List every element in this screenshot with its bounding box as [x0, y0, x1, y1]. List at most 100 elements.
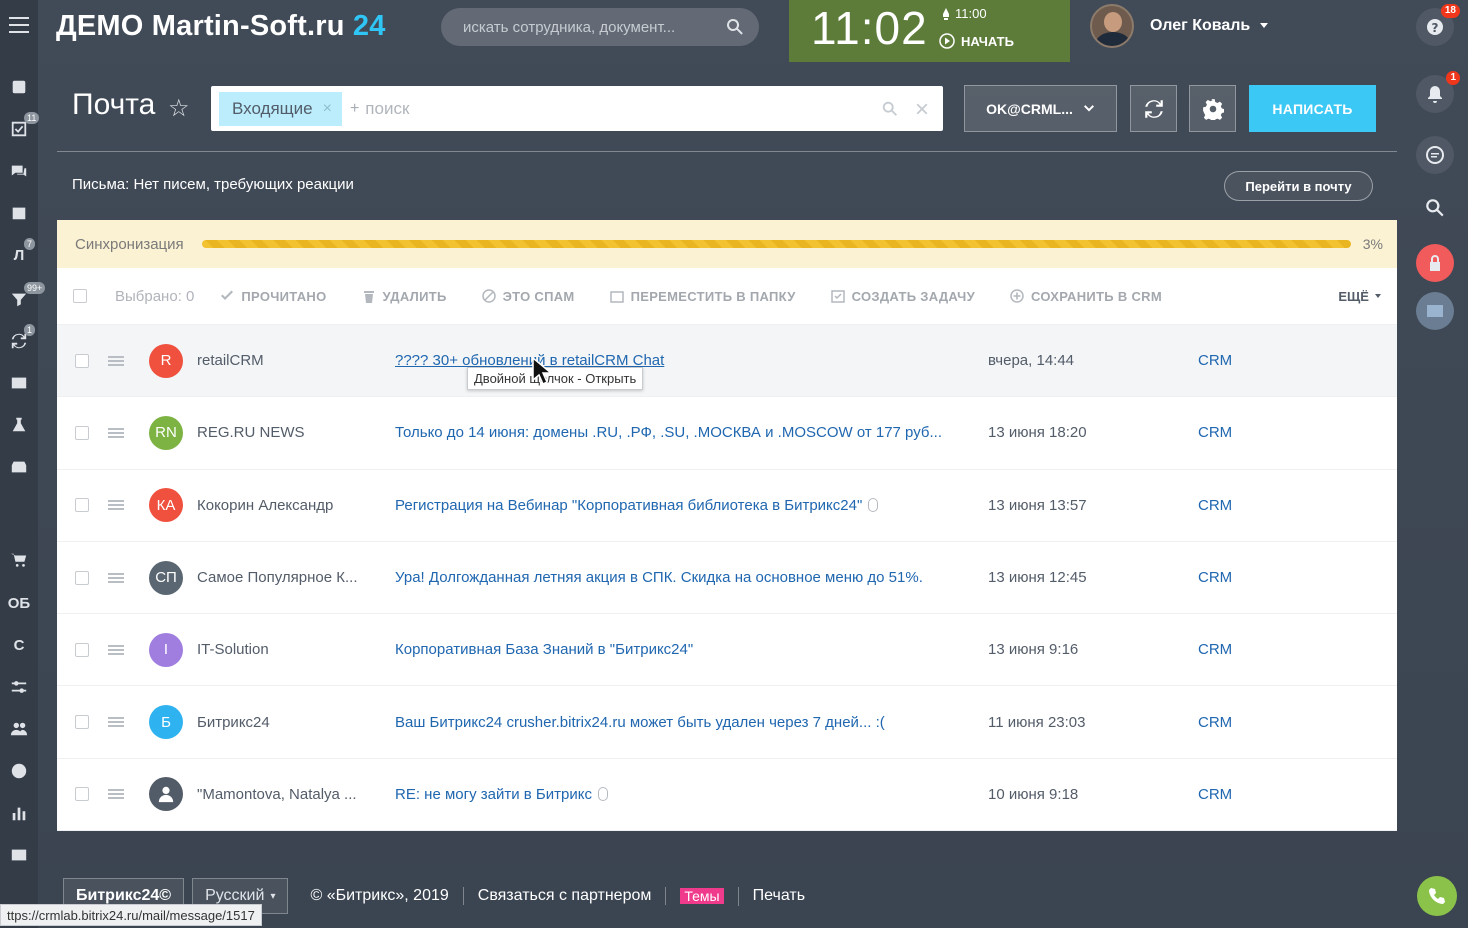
sidebar-item-feed[interactable] — [0, 72, 38, 102]
sidebar-item-reports[interactable] — [0, 798, 38, 828]
clear-icon[interactable] — [913, 100, 931, 118]
search-icon — [1426, 199, 1444, 217]
sidebar-item-sync[interactable]: 1 — [0, 324, 38, 356]
drag-handle-icon[interactable] — [108, 500, 124, 511]
drag-handle-icon[interactable] — [108, 717, 124, 728]
search-icon[interactable] — [881, 100, 899, 118]
message-subject[interactable]: RE: не могу зайти в Битрикс — [395, 786, 965, 803]
crm-link[interactable]: CRM — [1198, 641, 1232, 658]
delete-action[interactable]: УДАЛИТЬ — [362, 289, 447, 304]
mailbox-selector[interactable]: OK@CRML... — [964, 85, 1117, 132]
message-row[interactable]: "Mamontova, Natalya ... RE: не могу зайт… — [57, 759, 1397, 832]
themes-link[interactable]: Темы — [666, 886, 739, 906]
message-row[interactable]: RN REG.RU NEWS Только до 14 июня: домены… — [57, 397, 1397, 470]
filter-tag-inbox[interactable]: Входящие × — [219, 91, 342, 126]
mail-search-input[interactable] — [365, 98, 881, 119]
drag-handle-icon[interactable] — [108, 355, 124, 366]
sidebar-item-storage[interactable] — [0, 452, 38, 482]
drag-handle-icon[interactable] — [108, 427, 124, 438]
sidebar-item-settings[interactable] — [0, 672, 38, 702]
message-row[interactable]: R retailCRM ???? 30+ обновлений в retail… — [57, 325, 1397, 398]
crm-link[interactable]: CRM — [1198, 569, 1232, 586]
worktime-widget[interactable]: 11:02 11:00 НАЧАТЬ — [789, 0, 1070, 62]
favorite-star-icon[interactable]: ☆ — [168, 94, 190, 123]
menu-icon[interactable] — [9, 17, 29, 33]
sidebar-item-time[interactable] — [0, 756, 38, 786]
crm-link[interactable]: CRM — [1198, 786, 1232, 803]
help-icon: ? — [1427, 19, 1443, 35]
message-checkbox[interactable] — [75, 642, 89, 657]
drag-handle-icon[interactable] — [108, 572, 124, 583]
message-checkbox[interactable] — [75, 353, 89, 368]
sidebar-item-contacts[interactable] — [0, 368, 38, 398]
sidebar-item-shop[interactable] — [0, 545, 38, 575]
message-row[interactable]: I IT-Solution Корпоративная База Знаний … — [57, 614, 1397, 687]
sidebar-item-l[interactable]: Л 7 — [0, 238, 38, 270]
search-sidebar-button[interactable] — [1424, 197, 1446, 224]
sidebar-item-tasks[interactable]: 11 — [0, 112, 40, 144]
save-crm-action[interactable]: СОХРАНИТЬ В CRM — [1010, 289, 1162, 304]
partner-link[interactable]: Связаться с партнером — [464, 887, 667, 905]
refresh-icon — [1144, 99, 1163, 118]
mouse-cursor-icon — [532, 357, 552, 386]
remove-filter-icon[interactable]: × — [323, 100, 332, 118]
message-date: 13 июня 13:57 — [988, 496, 1087, 514]
refresh-button[interactable] — [1130, 85, 1177, 132]
goto-mail-button[interactable]: Перейти в почту — [1224, 171, 1373, 201]
chat-icon — [11, 165, 27, 177]
message-subject[interactable]: Только до 14 июня: домены .RU, .РФ, .SU,… — [395, 424, 965, 441]
crm-link[interactable]: CRM — [1198, 352, 1232, 369]
message-sender: REG.RU NEWS — [197, 424, 305, 442]
message-subject[interactable]: Ура! Долгожданная летняя акция в СПК. Ск… — [395, 569, 965, 586]
create-task-action[interactable]: СОЗДАТЬ ЗАДАЧУ — [830, 289, 975, 304]
notifications-button[interactable]: 1 — [1416, 71, 1460, 113]
call-button[interactable] — [1417, 876, 1457, 916]
message-row[interactable]: Б Битрикс24 Ваш Битрикс24 crusher.bitrix… — [57, 686, 1397, 759]
more-actions-button[interactable]: ЕЩЁ — [1338, 289, 1381, 304]
help-button[interactable]: ? 18 — [1416, 4, 1460, 46]
chevron-down-icon — [1375, 294, 1381, 298]
message-checkbox[interactable] — [75, 787, 89, 802]
message-subject[interactable]: Ваш Битрикс24 crusher.bitrix24.ru может … — [395, 714, 965, 731]
message-checkbox[interactable] — [75, 498, 89, 513]
sidebar-item-filters[interactable]: 99+ — [0, 282, 46, 314]
message-checkbox[interactable] — [75, 715, 89, 730]
user-menu[interactable]: Олег Коваль — [1090, 4, 1269, 48]
sidebar-item-apps[interactable] — [0, 840, 38, 870]
mark-read-action[interactable]: ПРОЧИТАНО — [220, 289, 326, 304]
write-button[interactable]: НАПИСАТЬ — [1249, 85, 1376, 132]
crm-link[interactable]: CRM — [1198, 714, 1232, 731]
start-workday-button[interactable]: НАЧАТЬ — [939, 33, 1014, 49]
more-label: ЕЩЁ — [1338, 288, 1369, 304]
tasks-badge: 11 — [24, 112, 40, 124]
crm-link[interactable]: CRM — [1198, 424, 1232, 441]
search-icon[interactable] — [725, 17, 745, 37]
message-subject[interactable]: Регистрация на Вебинар "Корпоративная би… — [395, 497, 965, 514]
add-filter-plus[interactable]: + — [350, 100, 359, 118]
sidebar-item-chat[interactable] — [0, 156, 38, 186]
crm-link[interactable]: CRM — [1198, 497, 1232, 514]
sidebar-item-ob[interactable]: ОБ — [0, 588, 38, 618]
sidebar-item-lab[interactable] — [0, 410, 38, 440]
sidebar-item-c[interactable]: С — [0, 630, 38, 660]
message-row[interactable]: СП Самое Популярное К... Ура! Долгожданн… — [57, 542, 1397, 615]
global-search-input[interactable] — [463, 18, 725, 36]
settings-button[interactable] — [1189, 85, 1236, 132]
spam-action[interactable]: ЭТО СПАМ — [481, 289, 575, 304]
lock-button[interactable] — [1416, 244, 1454, 282]
sidebar-item-team[interactable] — [0, 714, 38, 744]
select-all-checkbox[interactable] — [73, 289, 87, 303]
sync-progress: Синхронизация 3% — [57, 220, 1397, 268]
drag-handle-icon[interactable] — [108, 644, 124, 655]
messenger-button[interactable] — [1416, 136, 1454, 174]
drag-handle-icon[interactable] — [108, 789, 124, 800]
portal-logo[interactable]: ДЕМО Martin-Soft.ru 24 — [56, 10, 386, 43]
message-checkbox[interactable] — [75, 425, 89, 440]
message-row[interactable]: КА Кокорин Александр Регистрация на Веби… — [57, 470, 1397, 542]
contact-avatar[interactable] — [1416, 292, 1454, 330]
sidebar-item-calendar[interactable] — [0, 198, 38, 228]
move-action[interactable]: ПЕРЕМЕСТИТЬ В ПАПКУ — [609, 289, 796, 304]
message-checkbox[interactable] — [75, 570, 89, 585]
print-link[interactable]: Печать — [739, 887, 819, 905]
message-subject[interactable]: Корпоративная База Знаний в "Битрикс24" — [395, 641, 965, 658]
